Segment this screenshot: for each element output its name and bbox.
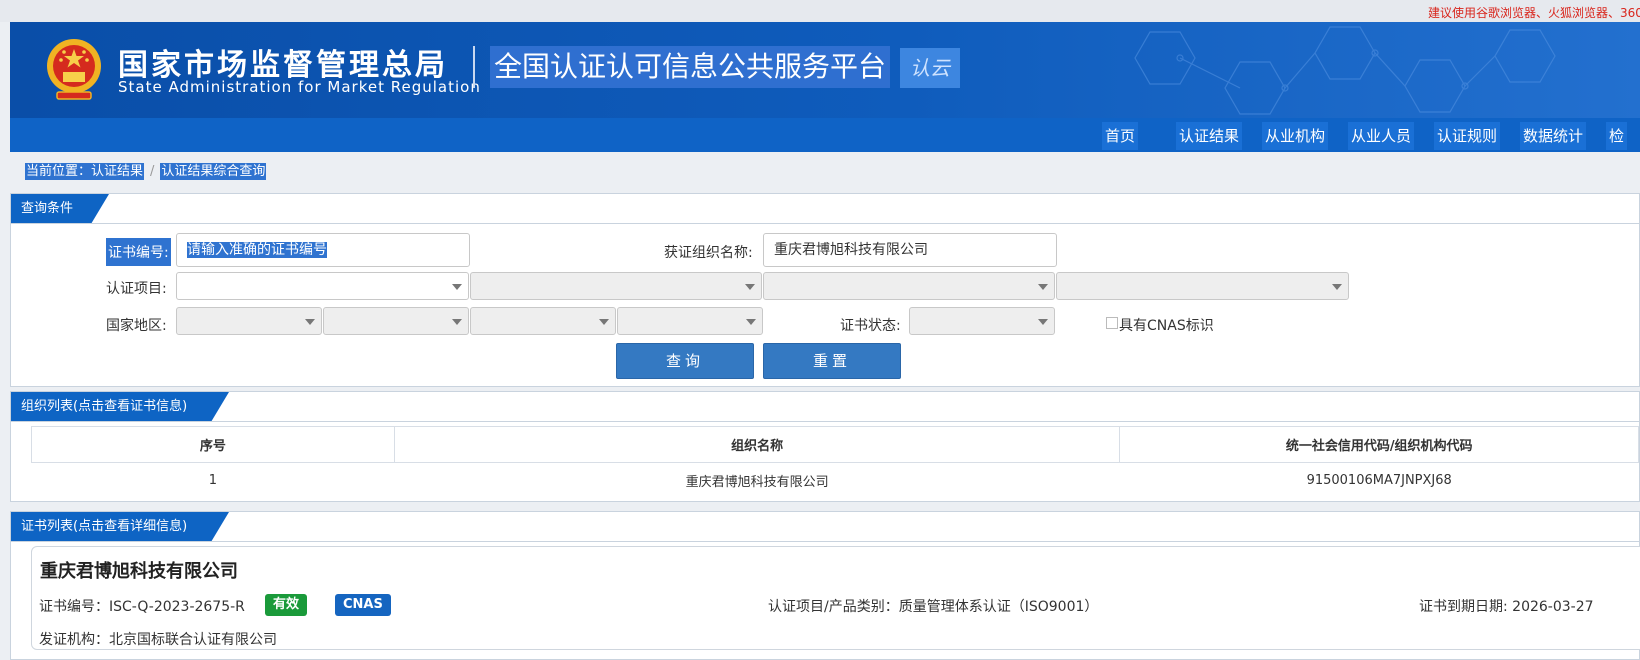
nav-item-rules[interactable]: 认证规则 (1434, 122, 1501, 150)
header-hexagon-decoration (1134, 26, 1556, 115)
main-nav: 首页 认证结果 从业机构 从业人员 认证规则 数据统计 检 (10, 118, 1640, 152)
project-label: 认证项目: (106, 281, 167, 297)
cloud-logo: 认云 (900, 48, 960, 88)
region-label: 国家地区: (106, 318, 167, 334)
breadcrumb-current-page: 认证结果综合查询 (160, 163, 267, 180)
org-list-panel: 组织列表(点击查看证书信息) 序号 组织名称 统一社会信用代码/组织机构代码 1… (10, 391, 1640, 502)
region-select-2[interactable] (323, 307, 469, 335)
reset-button[interactable]: 重置 (763, 343, 901, 379)
nav-item-personnel[interactable]: 从业人员 (1348, 122, 1415, 150)
platform-title: 全国认证认可信息公共服务平台 (490, 46, 891, 88)
browser-notice-bar: 建议使用谷歌浏览器、火狐浏览器、360 (0, 0, 1640, 22)
cert-company-name[interactable]: 重庆君博旭科技有限公司 (40, 557, 238, 583)
nav-item-more[interactable]: 检 (1606, 122, 1628, 150)
chevron-down-icon (746, 319, 756, 325)
cert-card[interactable]: 重庆君博旭科技有限公司 证书编号：ISC-Q-2023-2675-R 有效 CN… (31, 546, 1640, 650)
region-select-3[interactable] (470, 307, 616, 335)
cert-no-label: 证书编号: (106, 238, 171, 266)
chevron-down-icon (1038, 319, 1048, 325)
project-select-1[interactable] (176, 272, 469, 300)
cert-list-panel: 证书列表(点击查看详细信息) 重庆君博旭科技有限公司 证书编号：ISC-Q-20… (10, 511, 1640, 660)
cnas-checkbox[interactable] (1106, 317, 1118, 329)
project-select-2[interactable] (470, 272, 762, 300)
panel-title-line (11, 223, 1639, 224)
breadcrumb: 当前位置：认证结果 / 认证结果综合查询 (25, 160, 267, 180)
org-name-input[interactable]: 重庆君博旭科技有限公司 (763, 233, 1057, 267)
status-badge: 有效 (265, 594, 308, 616)
query-button[interactable]: 查询 (616, 343, 754, 379)
chevron-down-icon (745, 284, 755, 290)
nav-item-statistics[interactable]: 数据统计 (1520, 122, 1587, 150)
org-table-header-name: 组织名称 (393, 426, 1121, 463)
cert-number: 证书编号：ISC-Q-2023-2675-R (39, 599, 245, 615)
chevron-down-icon (1332, 284, 1342, 290)
project-select-3[interactable] (763, 272, 1055, 300)
cnas-checkbox-label[interactable]: 具有CNAS标识 (1119, 315, 1214, 335)
browser-notice-text: 建议使用谷歌浏览器、火狐浏览器、360 (1428, 6, 1640, 20)
cert-no-input[interactable]: 请输入准确的证书编号 (176, 233, 470, 267)
breadcrumb-separator: / (150, 164, 155, 179)
org-list-title: 组织列表(点击查看证书信息) (11, 392, 229, 422)
panel-title-line (11, 421, 1639, 422)
cnas-badge: CNAS (335, 594, 391, 616)
chevron-down-icon (1038, 284, 1048, 290)
org-table: 序号 组织名称 统一社会信用代码/组织机构代码 1 重庆君博旭科技有限公司 91… (31, 426, 1639, 499)
cert-issuer: 发证机构：北京国标联合认证有限公司 (39, 632, 277, 648)
chevron-down-icon (305, 319, 315, 325)
table-row[interactable]: 1 重庆君博旭科技有限公司 91500106MA7JNPXJ68 (32, 463, 1639, 499)
region-select-1[interactable] (176, 307, 322, 335)
panel-title-line (11, 541, 1639, 542)
cert-project: 认证项目/产品类别：质量管理体系认证（ISO9001） (768, 599, 1099, 615)
org-row-name[interactable]: 重庆君博旭科技有限公司 (394, 463, 1120, 499)
org-table-header-index: 序号 (31, 426, 395, 463)
chevron-down-icon (599, 319, 609, 325)
cert-no-placeholder: 请输入准确的证书编号 (187, 242, 327, 258)
cert-expiry-date: 证书到期日期: 2026-03-27 (1419, 599, 1594, 615)
query-panel-title: 查询条件 (11, 194, 109, 224)
chevron-down-icon (452, 319, 462, 325)
nav-item-cert-results[interactable]: 认证结果 (1176, 122, 1243, 150)
chevron-down-icon (452, 284, 462, 290)
org-table-header-code: 统一社会信用代码/组织机构代码 (1119, 426, 1639, 463)
cert-list-title: 证书列表(点击查看详细信息) (11, 512, 229, 542)
header-divider (473, 46, 475, 88)
org-name-label: 获证组织名称: (664, 245, 753, 261)
org-name-english: State Administration for Market Regulati… (118, 78, 481, 96)
status-select[interactable] (909, 307, 1055, 335)
status-label: 证书状态: (840, 318, 901, 334)
site-header: 国家市场监督管理总局 State Administration for Mark… (10, 22, 1640, 118)
breadcrumb-location[interactable]: 当前位置：认证结果 (25, 163, 145, 180)
nav-item-agencies[interactable]: 从业机构 (1262, 122, 1329, 150)
nav-item-home[interactable]: 首页 (1102, 122, 1139, 150)
org-row-index: 1 (208, 473, 218, 489)
project-select-4[interactable] (1056, 272, 1349, 300)
national-emblem-icon (47, 39, 101, 100)
region-select-4[interactable] (617, 307, 763, 335)
org-row-code: 91500106MA7JNPXJ68 (1306, 473, 1452, 489)
